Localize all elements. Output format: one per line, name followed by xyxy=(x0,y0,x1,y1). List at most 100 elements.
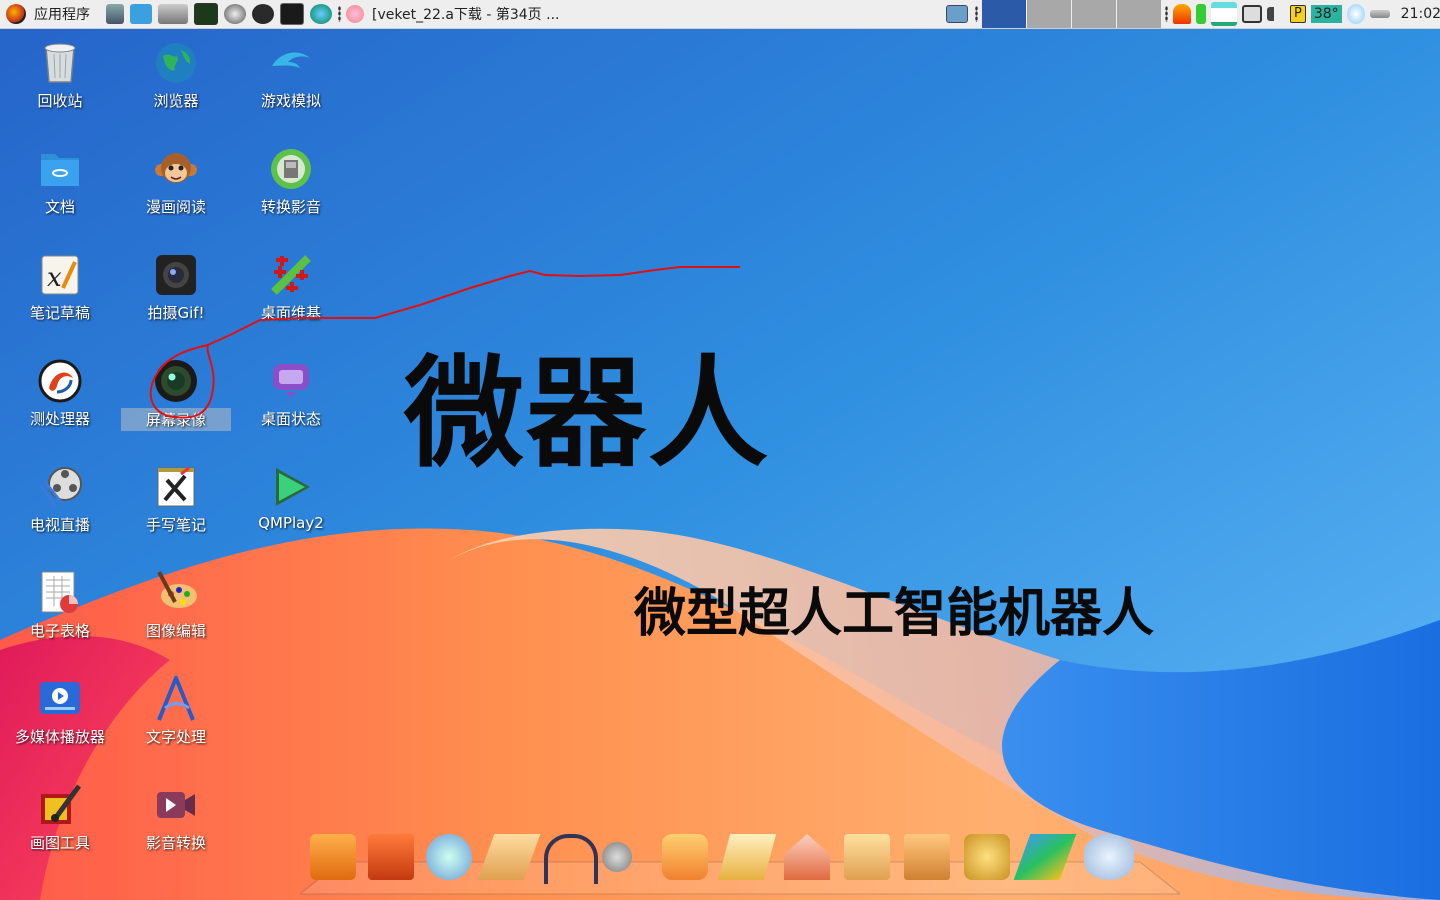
handwriting-icon xyxy=(153,464,199,510)
workspace-2[interactable] xyxy=(1027,0,1071,28)
dock-computer-icon[interactable] xyxy=(904,834,950,880)
svg-text:x: x xyxy=(47,263,62,293)
volume-icon[interactable] xyxy=(1267,7,1285,21)
terminal-icon[interactable] xyxy=(280,3,304,25)
globe-icon xyxy=(153,40,199,86)
dock-gift-icon[interactable] xyxy=(662,834,708,880)
xournal-icon: x xyxy=(37,252,83,298)
wiki-icon xyxy=(268,252,314,298)
folder-launch-icon[interactable] xyxy=(130,4,152,24)
network-connection-icon[interactable] xyxy=(1242,5,1262,23)
taskbar: 应用程序 [veket_22.a下载 - 第34页 ... P 38° 21:0… xyxy=(0,0,1440,29)
desktop-icon[interactable]: 文字处理 xyxy=(121,672,231,747)
desktop-icon[interactable]: 手写笔记 xyxy=(121,464,231,535)
desktop-icon-label: 桌面维基 xyxy=(260,304,321,322)
desktop-icon[interactable]: x 笔记草稿 xyxy=(5,252,115,323)
desktop-icon[interactable]: QMPlay2 xyxy=(236,464,346,532)
monkey-icon xyxy=(153,146,199,192)
dock-headset-icon[interactable] xyxy=(544,834,598,884)
abiword-icon xyxy=(153,672,199,722)
paint-icon xyxy=(37,782,83,828)
drive-icon[interactable] xyxy=(1369,10,1390,18)
desktop-icon-label: 拍摄Gif! xyxy=(147,304,205,322)
dock-desk-icon[interactable] xyxy=(368,834,414,880)
desktop-icon[interactable]: 图像编辑 xyxy=(121,570,231,641)
desktop-icon-label: 桌面状态 xyxy=(260,410,321,428)
desktop-icon-label: 测处理器 xyxy=(29,410,90,428)
quick-launch xyxy=(106,0,341,28)
desktop-icon-label: 游戏模拟 xyxy=(260,92,321,110)
play-triangle-icon xyxy=(268,464,314,510)
desktop-icon[interactable]: 回收站 xyxy=(5,40,115,111)
network-tool-icon[interactable] xyxy=(224,4,246,24)
cpu-swirl-icon xyxy=(37,358,83,404)
desktop-icon-label: 浏览器 xyxy=(153,92,199,110)
workspace-1[interactable] xyxy=(982,0,1026,28)
brush-tool-icon[interactable] xyxy=(106,4,124,24)
active-window-button[interactable]: [veket_22.a下载 - 第34页 ... xyxy=(346,0,559,28)
desktop-icon-label: QMPlay2 xyxy=(258,514,324,532)
desktop-icon-label: 回收站 xyxy=(37,92,83,110)
browser-launch-icon[interactable] xyxy=(310,4,332,24)
dock-satellite-icon[interactable] xyxy=(602,842,632,872)
bulb-icon[interactable] xyxy=(1346,4,1365,24)
video-convert-icon xyxy=(153,782,199,828)
desktop-icon-label: 笔记草稿 xyxy=(29,304,90,322)
desktop-icon[interactable]: 影音转换 xyxy=(121,782,231,853)
system-monitor-icon[interactable] xyxy=(194,3,218,25)
play-launch-icon[interactable] xyxy=(252,4,274,24)
workspace-3[interactable] xyxy=(1072,0,1116,28)
desktop-icon-label: 画图工具 xyxy=(29,834,90,852)
wallpaper-subtitle: 微型超人工智能机器人 xyxy=(634,584,1155,644)
desktop-icon-label: 电视直播 xyxy=(29,516,90,534)
network-graph-icon[interactable] xyxy=(1211,2,1237,26)
clock[interactable]: 21:02 xyxy=(1401,6,1440,22)
film-reel-icon xyxy=(37,464,83,510)
monitor-status-icon xyxy=(268,358,314,404)
apps-menu-label: 应用程序 xyxy=(34,7,90,23)
desktop-icon[interactable]: 漫画阅读 xyxy=(121,146,231,217)
dock-lock-coins-icon[interactable] xyxy=(964,834,1010,880)
dock-mouse-icon[interactable] xyxy=(1084,834,1134,880)
folder-icon xyxy=(37,146,83,192)
desktop-icon-label: 电子表格 xyxy=(29,622,90,640)
desktop-icon[interactable]: 多媒体播放器 xyxy=(5,676,115,747)
camera-icon xyxy=(153,252,199,298)
desktop-icon[interactable]: 桌面状态 xyxy=(236,358,346,429)
dock-printer-icon[interactable] xyxy=(310,834,356,880)
fire-icon[interactable] xyxy=(1173,4,1191,24)
browser-tab-icon xyxy=(346,5,364,23)
dock-map-tools-icon[interactable] xyxy=(844,834,890,880)
screenshot-launch-icon[interactable] xyxy=(158,4,188,24)
desktop-icon-label: 漫画阅读 xyxy=(145,198,206,216)
desktop-icon[interactable]: 拍摄Gif! xyxy=(121,252,231,323)
desktop-icon[interactable]: 文档 xyxy=(5,146,115,217)
display-icon xyxy=(946,5,968,23)
desktop-icon-label: 影音转换 xyxy=(145,834,206,852)
apps-menu[interactable]: 应用程序 xyxy=(6,0,90,28)
separator xyxy=(975,6,978,22)
wallpaper-title: 微器人 xyxy=(404,345,770,484)
desktop-icon[interactable]: 电视直播 xyxy=(5,464,115,535)
temperature-indicator[interactable]: 38° xyxy=(1310,5,1342,23)
desktop-icon[interactable]: 画图工具 xyxy=(5,782,115,853)
desktop-icon[interactable]: 浏览器 xyxy=(121,40,231,111)
desktop-icon[interactable]: 电子表格 xyxy=(5,570,115,641)
desktop-icon-label: 手写笔记 xyxy=(145,516,206,534)
window-title: [veket_22.a下载 - 第34页 ... xyxy=(372,7,560,23)
desktop-icon[interactable]: 测处理器 xyxy=(5,358,115,429)
desktop-icon[interactable]: 游戏模拟 xyxy=(236,40,346,111)
window-thumbnail-icon[interactable] xyxy=(946,0,968,28)
workspace-4[interactable] xyxy=(1117,0,1161,28)
trash-icon xyxy=(37,40,83,86)
dock-globe-plane-icon[interactable] xyxy=(426,834,472,880)
desktop-icon-label: 文字处理 xyxy=(145,728,206,746)
palette-icon xyxy=(153,570,199,616)
hourglass-icon[interactable] xyxy=(1196,4,1206,24)
desktop-icon-label: 转换影音 xyxy=(260,198,321,216)
parking-badge[interactable]: P xyxy=(1290,5,1306,23)
desktop-icon-selected[interactable]: 屏幕录像 xyxy=(121,358,231,431)
desktop-icon[interactable]: 转换影音 xyxy=(236,146,346,217)
app-menu-icon xyxy=(6,4,26,24)
desktop-icon[interactable]: 桌面维基 xyxy=(236,252,346,323)
